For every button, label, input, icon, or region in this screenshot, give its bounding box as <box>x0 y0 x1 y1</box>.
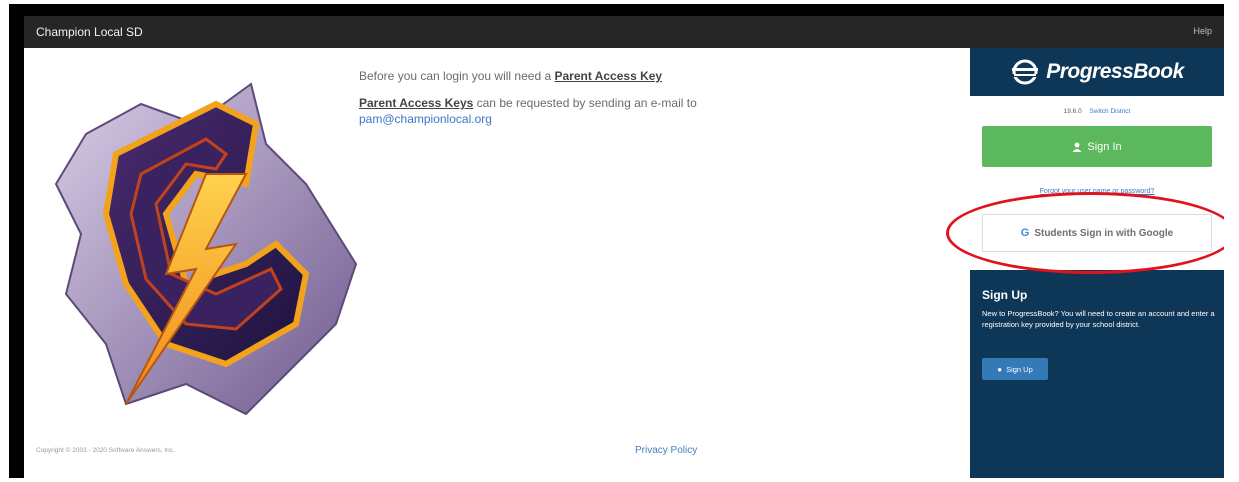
version-number: 19.6.0 <box>1063 108 1082 115</box>
progressbook-logo: ProgressBook <box>970 48 1224 96</box>
plus-circle-icon: ● <box>997 364 1003 374</box>
sign-up-label: Sign Up <box>1006 364 1033 374</box>
district-title: Champion Local SD <box>36 25 143 39</box>
top-bar: Champion Local SD Help <box>24 16 1224 48</box>
notice-text: Before you can login you will need a <box>359 69 555 83</box>
help-link[interactable]: Help <box>1193 26 1212 36</box>
sign-in-button[interactable]: Sign In <box>982 126 1212 167</box>
sign-in-label: Sign In <box>1087 140 1122 153</box>
brand-name: ProgressBook <box>1046 60 1184 83</box>
privacy-policy-link[interactable]: Privacy Policy <box>635 445 697 456</box>
email-link[interactable]: pam@championlocal.org <box>359 112 492 126</box>
login-info: Before you can login you will need a Par… <box>359 68 959 138</box>
user-icon <box>1072 142 1082 152</box>
page: Champion Local SD Help Before you can lo… <box>24 16 1224 478</box>
request-text: can be requested by sending an e-mail to <box>473 96 697 110</box>
version-line: 19.6.0 Switch District <box>970 108 1224 115</box>
screenshot-frame: Champion Local SD Help Before you can lo… <box>9 4 1224 478</box>
access-key-request: Parent Access Keys can be requested by s… <box>359 95 959 127</box>
signup-title: Sign Up <box>982 288 1028 302</box>
access-key-notice: Before you can login you will need a Par… <box>359 68 959 84</box>
champion-logo <box>54 82 358 416</box>
copyright: Copyright © 2003 - 2020 Software Answers… <box>36 447 175 454</box>
parent-access-key-link[interactable]: Parent Access Key <box>554 69 662 83</box>
highlight-annotation <box>946 192 1224 274</box>
switch-district-link[interactable]: Switch District <box>1090 108 1131 115</box>
signup-description: New to ProgressBook? You will need to cr… <box>982 309 1215 329</box>
progressbook-icon <box>1012 59 1039 85</box>
parent-access-keys-link[interactable]: Parent Access Keys <box>359 96 473 110</box>
sign-up-button[interactable]: ● Sign Up <box>982 358 1048 380</box>
